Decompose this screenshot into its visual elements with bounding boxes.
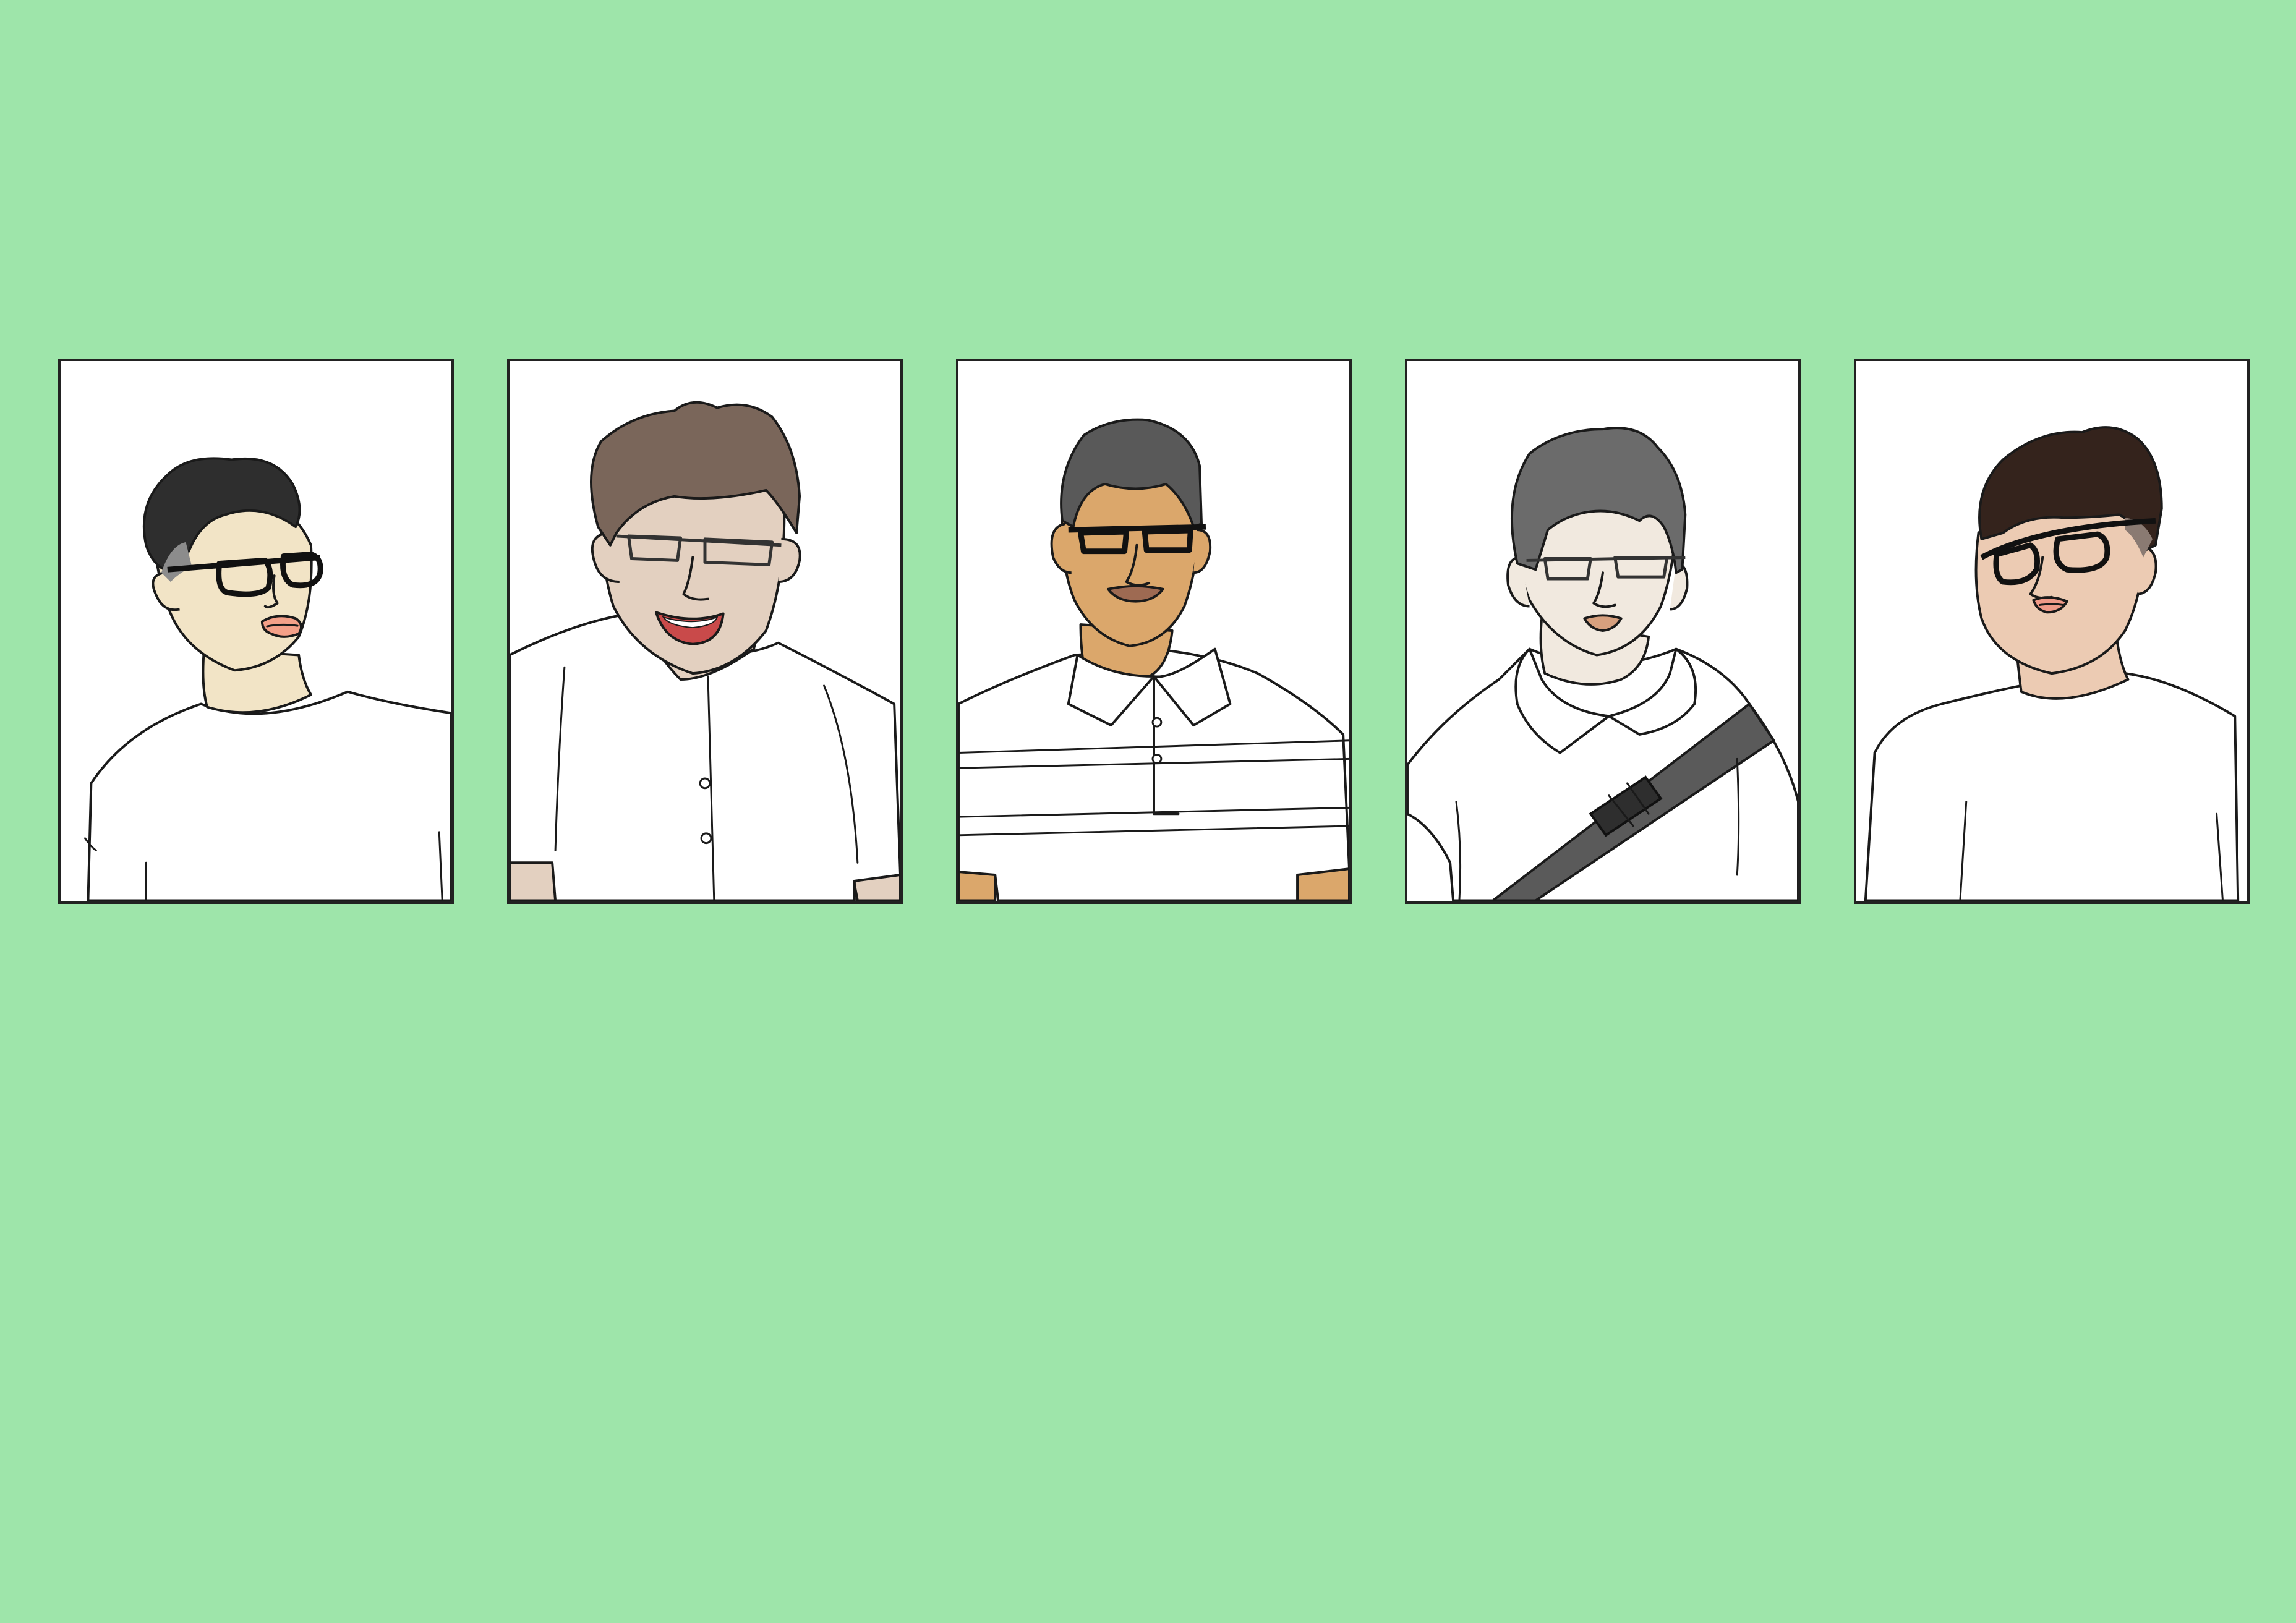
portrait-drawing-5 <box>1864 426 2240 901</box>
portrait-card-3 <box>956 359 1352 904</box>
portrait-card-2 <box>507 359 903 904</box>
portrait-card-5 <box>1854 359 2250 904</box>
portrait-drawing-4 <box>1407 427 1798 901</box>
portrait-drawing-2 <box>510 401 900 901</box>
illustration-canvas <box>0 0 2296 1623</box>
portrait-drawing-3 <box>958 418 1349 901</box>
portrait-card-4 <box>1405 359 1801 904</box>
portrait-card-1 <box>58 359 454 904</box>
portrait-drawing-1 <box>84 457 451 901</box>
